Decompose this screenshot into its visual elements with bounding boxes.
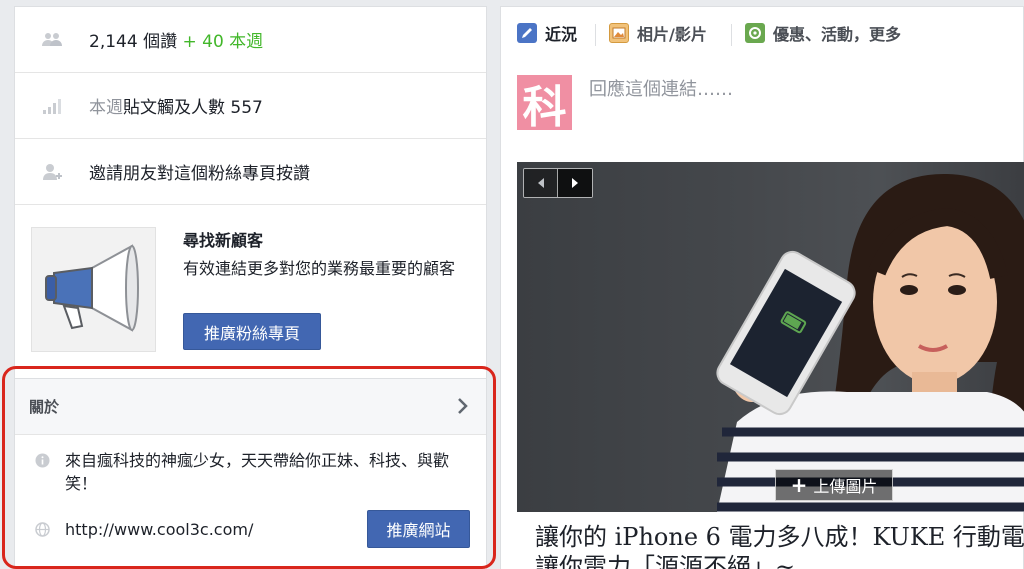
upload-label: 上傳圖片	[813, 477, 878, 496]
tab-label: 近況	[545, 25, 578, 44]
about-description-row: 來自瘋科技的神瘋少女，天天帶給你正妹、科技、與歡笑！	[15, 449, 486, 499]
website-link[interactable]: http://www.cool3c.com/	[65, 518, 253, 541]
reach-text: 貼文觸及人數 557	[123, 98, 263, 118]
likes-weekly-delta: + 40 本週	[182, 32, 264, 52]
comment-input[interactable]: 回應這個連結……	[589, 75, 733, 101]
headline-line-1: 讓你的 iPhone 6 電力多八成！KUKE 行動電	[535, 523, 1024, 551]
photo-icon	[609, 23, 629, 43]
carousel-prev-button[interactable]	[524, 169, 558, 197]
upload-image-button[interactable]: + 上傳圖片	[775, 469, 893, 501]
about-section: 關於 來自瘋科技的神瘋少女，天天帶給你正妹、科技、與歡笑！ http://www…	[15, 378, 486, 569]
page-sidebar: 2,144 個讚 + 40 本週 本週貼文觸及人數 557 邀請朋友對這個粉絲專…	[14, 6, 487, 569]
tab-photo-video[interactable]: 相片/影片	[609, 21, 707, 45]
link-headline[interactable]: 讓你的 iPhone 6 電力多八成！KUKE 行動電 讓你電力「源源不絕」~	[535, 522, 1024, 569]
info-icon	[35, 453, 50, 468]
page-avatar: 科	[517, 75, 572, 133]
reach-prefix: 本週	[89, 98, 123, 118]
offer-icon	[745, 23, 765, 43]
people-icon	[41, 29, 63, 51]
carousel-controls	[523, 168, 593, 198]
chevron-right-icon	[572, 178, 578, 188]
promo-title: 尋找新顧客	[183, 231, 264, 250]
invite-row[interactable]: 邀請朋友對這個粉絲專頁按讚	[15, 139, 486, 205]
invite-text: 邀請朋友對這個粉絲專頁按讚	[89, 164, 310, 184]
chevron-right-icon[interactable]	[456, 395, 470, 417]
about-title: 關於	[29, 398, 60, 416]
about-header[interactable]: 關於	[15, 379, 486, 435]
likes-row[interactable]: 2,144 個讚 + 40 本週	[15, 7, 486, 73]
tab-label: 相片/影片	[637, 25, 707, 44]
reach-row[interactable]: 本週貼文觸及人數 557	[15, 73, 486, 139]
plus-icon: +	[790, 473, 808, 497]
bar-chart-icon	[41, 95, 63, 117]
pencil-icon	[517, 23, 537, 43]
tab-status[interactable]: 近況	[517, 21, 577, 45]
tab-divider	[731, 24, 732, 46]
chevron-left-icon	[537, 178, 544, 188]
tab-label: 優惠、活動，更多	[773, 25, 902, 44]
promote-page-button[interactable]: 推廣粉絲專頁	[183, 313, 321, 350]
composer-tabs: 近況 相片/影片 優惠、活動，更多	[501, 7, 1023, 59]
about-website-row: http://www.cool3c.com/ 推廣網站	[15, 510, 486, 550]
promo-card: 尋找新顧客 有效連結更多對您的業務最重要的顧客 推廣粉絲專頁	[31, 227, 471, 357]
composer-panel: 近況 相片/影片 優惠、活動，更多 科 回應這個連結…… + 上傳圖片 讓你的 …	[500, 6, 1024, 569]
promo-description: 有效連結更多對您的業務最重要的顧客	[183, 259, 456, 278]
add-friend-icon	[41, 161, 63, 183]
tab-divider	[595, 24, 596, 46]
globe-icon	[35, 522, 50, 537]
about-description: 來自瘋科技的神瘋少女，天天帶給你正妹、科技、與歡笑！	[65, 451, 450, 493]
carousel-next-button[interactable]	[558, 169, 592, 197]
megaphone-icon	[31, 227, 156, 352]
link-preview-image[interactable]: + 上傳圖片	[517, 162, 1024, 512]
photo-illustration	[716, 173, 1024, 512]
promote-website-button[interactable]: 推廣網站	[367, 510, 470, 548]
headline-line-2: 讓你電力「源源不絕」~	[535, 553, 796, 569]
likes-count: 2,144 個讚	[89, 32, 178, 52]
tab-offers-events[interactable]: 優惠、活動，更多	[745, 21, 901, 45]
